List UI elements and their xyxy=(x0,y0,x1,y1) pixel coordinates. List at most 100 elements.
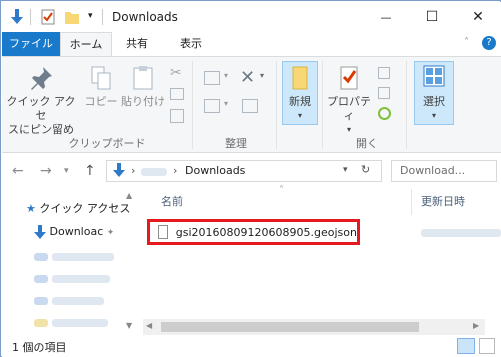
nav-pinned-item-redacted[interactable] xyxy=(34,313,108,333)
delete-icon[interactable]: ✕ xyxy=(240,67,255,88)
help-icon[interactable]: ? xyxy=(482,36,496,50)
breadcrumb-user-redacted[interactable] xyxy=(141,168,167,176)
copy-button[interactable]: コピー xyxy=(82,65,120,109)
history-icon[interactable] xyxy=(378,107,391,120)
pin-label-1: クイック アクセ xyxy=(6,95,76,122)
copy-to-dropdown-icon[interactable]: ▾ xyxy=(224,99,228,108)
recent-locations-dropdown-icon[interactable]: ▾ xyxy=(64,166,69,176)
navigation-bar: ← → ▾ ↑ › › Downloads ▾ ↻ Download... xyxy=(2,153,501,189)
scroll-down-icon[interactable]: ▼ xyxy=(126,321,132,330)
move-to-dropdown-icon[interactable]: ▾ xyxy=(224,71,228,80)
paste-icon xyxy=(120,65,166,95)
tab-file[interactable]: ファイル xyxy=(2,32,60,56)
tab-view[interactable]: 表示 xyxy=(166,32,216,56)
refresh-icon[interactable]: ↻ xyxy=(361,163,370,176)
file-row[interactable]: gsi20160809120608905.geojson xyxy=(147,219,360,245)
item-count: 1 個の項目 xyxy=(12,341,67,354)
sort-ascending-icon: ˄ xyxy=(279,185,284,196)
properties-label: プロパティ xyxy=(327,95,371,122)
breadcrumb-downloads[interactable]: Downloads xyxy=(185,164,245,177)
window-title: Downloads xyxy=(112,10,178,24)
properties-button[interactable]: プロパティ ▾ xyxy=(324,65,374,137)
close-icon: ✕ xyxy=(472,9,484,25)
new-label: 新規 xyxy=(289,95,311,108)
nav-pinned-item-redacted[interactable] xyxy=(34,247,114,267)
address-dropdown-icon[interactable]: ▾ xyxy=(343,165,348,175)
delete-dropdown-icon[interactable]: ▾ xyxy=(260,71,264,80)
column-header-name[interactable]: 名前 xyxy=(161,189,183,215)
nav-pinned-item-redacted[interactable] xyxy=(34,269,110,289)
close-button[interactable]: ✕ xyxy=(455,2,501,32)
large-icons-view-icon[interactable] xyxy=(479,338,495,354)
maximize-button[interactable]: ☐ xyxy=(409,2,455,32)
ribbon-separator xyxy=(192,61,193,149)
copy-to-icon[interactable] xyxy=(204,99,220,113)
tab-home[interactable]: ホーム xyxy=(60,32,112,57)
search-box[interactable]: Download... xyxy=(391,160,497,182)
explorer-window: ▾ Downloads — ☐ ✕ ファイル ホーム 共有 表示 ˄ ? クイッ… xyxy=(0,0,501,357)
horizontal-scrollbar[interactable]: ◀ ▶ xyxy=(143,319,485,335)
scroll-up-icon[interactable]: ▲ xyxy=(126,191,132,200)
details-view-icon[interactable] xyxy=(457,338,475,354)
new-button[interactable]: 新規 ▾ xyxy=(282,65,318,123)
open-icon[interactable] xyxy=(378,67,390,79)
ribbon-home: クイック アクセ スにピン留め コピー 貼り付け ✂ クリップボード ▾ ▾ ✕… xyxy=(2,56,501,153)
file-list: ˄ 名前 更新日時 gsi20160809120608905.geojson xyxy=(139,185,501,335)
copy-path-icon[interactable] xyxy=(170,88,184,100)
forward-arrow-icon[interactable]: → xyxy=(40,163,52,179)
title-bar: ▾ Downloads — ☐ ✕ xyxy=(2,2,501,32)
star-icon: ★ xyxy=(26,202,36,215)
pin-quick-access-button[interactable]: クイック アクセ スにピン留め xyxy=(6,65,76,137)
copy-label: コピー xyxy=(84,95,118,108)
navigation-pane: ★ クイック アクセス Downloac ✦ xyxy=(2,189,139,335)
column-divider[interactable] xyxy=(411,189,412,215)
group-open-label: 開く xyxy=(356,137,378,150)
up-arrow-icon[interactable]: ↑ xyxy=(84,163,96,179)
ribbon-tabs: ファイル ホーム 共有 表示 ˄ ? xyxy=(2,32,501,57)
scroll-thumb[interactable] xyxy=(161,322,419,332)
minimize-icon: — xyxy=(380,10,392,24)
ribbon-collapse-icon[interactable]: ˄ xyxy=(464,37,469,48)
minimize-button[interactable]: — xyxy=(363,2,409,32)
qa-separator xyxy=(30,9,31,25)
nav-quick-access-label: クイック アクセス xyxy=(39,202,131,215)
select-button[interactable]: 選択 ▾ xyxy=(414,65,454,123)
cut-icon[interactable]: ✂ xyxy=(170,65,182,81)
nav-pinned-item-redacted[interactable] xyxy=(34,291,104,311)
group-clipboard-label: クリップボード xyxy=(68,137,146,150)
address-bar[interactable]: › › Downloads ▾ ↻ xyxy=(106,160,382,182)
edit-icon[interactable] xyxy=(378,87,390,99)
title-separator xyxy=(102,9,103,25)
group-organize-label: 整理 xyxy=(225,137,247,150)
nav-downloads-label: Downloac xyxy=(49,225,104,238)
nav-quick-access[interactable]: ★ クイック アクセス xyxy=(26,199,130,219)
customize-qa-dropdown-icon[interactable]: ▾ xyxy=(88,11,93,21)
breadcrumb-chevron-icon[interactable]: › xyxy=(173,164,177,177)
paste-button[interactable]: 貼り付け xyxy=(120,65,166,109)
pin-icon xyxy=(6,65,76,95)
scroll-right-icon[interactable]: ▶ xyxy=(473,321,479,330)
rename-icon[interactable] xyxy=(242,99,258,113)
properties-check-icon[interactable] xyxy=(41,9,55,28)
move-to-icon[interactable] xyxy=(204,71,220,85)
file-icon xyxy=(158,225,168,239)
paste-shortcut-icon[interactable] xyxy=(170,109,184,123)
nav-downloads[interactable]: Downloac ✦ xyxy=(34,222,114,242)
file-modified-redacted xyxy=(421,229,501,237)
column-header-modified[interactable]: 更新日時 xyxy=(421,189,465,215)
new-folder-icon[interactable] xyxy=(64,9,80,28)
tab-share[interactable]: 共有 xyxy=(114,32,160,56)
nav-pane-scrollbar[interactable]: ▲ ▼ xyxy=(123,189,139,335)
select-grid-icon xyxy=(414,65,454,95)
select-dropdown-icon: ▾ xyxy=(431,111,436,120)
folder-down-arrow-icon[interactable] xyxy=(10,9,24,28)
back-arrow-icon[interactable]: ← xyxy=(12,163,24,179)
ribbon-separator xyxy=(276,61,277,149)
new-dropdown-icon: ▾ xyxy=(297,111,302,120)
downloads-arrow-icon xyxy=(113,163,125,180)
select-label: 選択 xyxy=(423,95,445,108)
breadcrumb-chevron-icon[interactable]: › xyxy=(131,164,135,177)
downloads-arrow-icon xyxy=(34,225,50,239)
ribbon-separator xyxy=(406,61,407,149)
scroll-left-icon[interactable]: ◀ xyxy=(146,321,152,330)
